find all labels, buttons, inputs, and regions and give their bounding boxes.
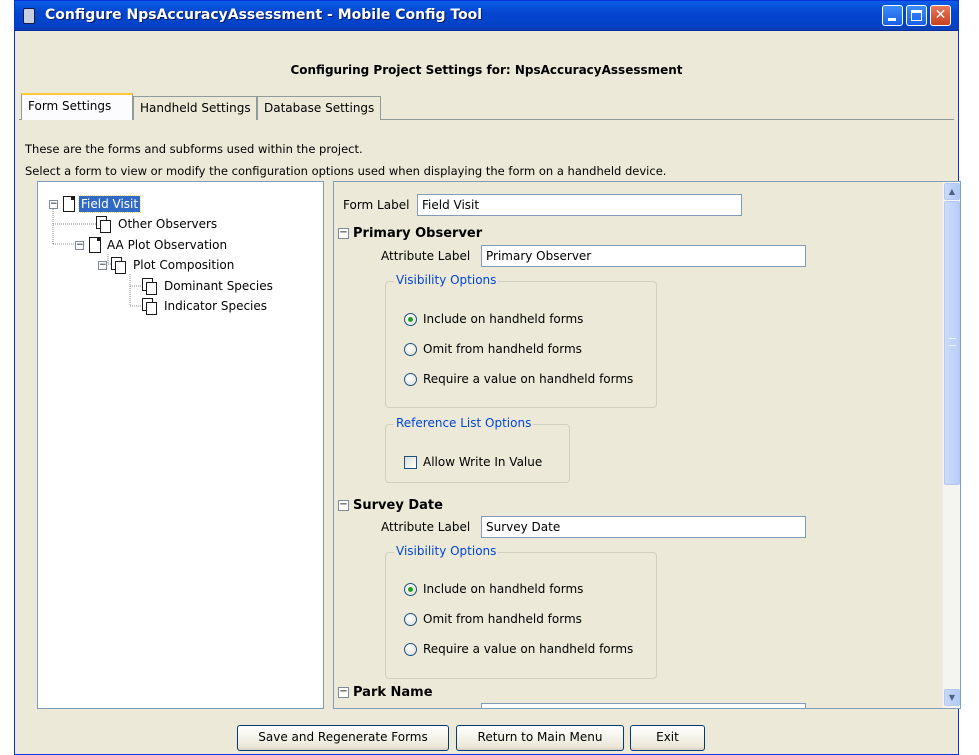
group-title: Visibility Options (394, 273, 499, 287)
tree-label: Other Observers (118, 217, 218, 231)
radio-require[interactable]: Require a value on handheld forms (404, 372, 633, 386)
page-heading: Configuring Project Settings for: NpsAcc… (290, 63, 683, 77)
close-icon: ✕ (934, 7, 947, 23)
documents-icon (142, 277, 158, 295)
section-park-name[interactable]: − Park Name (338, 685, 433, 700)
radio-omit[interactable]: Omit from handheld forms (404, 612, 582, 626)
attribute-label-caption: Attribute Label (381, 249, 471, 263)
radio-include[interactable]: Include on handheld forms (404, 312, 583, 326)
maximize-button[interactable] (906, 5, 927, 26)
radio-button[interactable] (404, 582, 417, 596)
radio-omit[interactable]: Omit from handheld forms (404, 342, 582, 356)
tab-database-settings[interactable]: Database Settings (257, 96, 381, 120)
document-icon (62, 195, 76, 213)
grip-icon (949, 338, 956, 346)
tree-node-dominant-species[interactable]: Dominant Species (142, 276, 275, 296)
tab-form-settings[interactable]: Form Settings (21, 93, 133, 120)
section-title: Survey Date (353, 498, 443, 513)
close-button[interactable]: ✕ (930, 5, 951, 26)
allow-write-in-checkbox[interactable]: Allow Write In Value (404, 455, 542, 469)
radio-button[interactable] (404, 312, 417, 326)
radio-button[interactable] (404, 372, 417, 386)
radio-label: Require a value on handheld forms (423, 642, 634, 656)
radio-label: Include on handheld forms (423, 312, 584, 326)
radio-label: Omit from handheld forms (423, 342, 582, 356)
section-title: Park Name (353, 685, 433, 700)
attribute-label-input[interactable] (481, 703, 806, 708)
app-window: Configure NpsAccuracyAssessment - Mobile… (14, 0, 961, 755)
checkbox-label: Allow Write In Value (423, 455, 543, 469)
collapse-icon[interactable]: − (338, 687, 349, 698)
section-primary-observer[interactable]: − Primary Observer (338, 226, 482, 241)
group-title: Visibility Options (394, 544, 499, 558)
minimize-button[interactable] (882, 5, 903, 26)
scroll-down-icon[interactable]: ▼ (944, 689, 960, 706)
collapse-toggle[interactable]: − (75, 240, 84, 250)
tree-label: Field Visit (77, 195, 142, 213)
attribute-label-input[interactable]: Survey Date (481, 516, 806, 538)
radio-include[interactable]: Include on handheld forms (404, 582, 583, 596)
section-survey-date[interactable]: − Survey Date (338, 498, 443, 513)
tree-label: Plot Composition (133, 258, 235, 272)
tree-label: Dominant Species (164, 279, 273, 293)
radio-button[interactable] (404, 642, 417, 656)
form-label-input[interactable]: Field Visit (417, 194, 742, 216)
radio-label: Include on handheld forms (423, 582, 584, 596)
tab-handheld-settings[interactable]: Handheld Settings (133, 96, 257, 120)
title-bar[interactable]: Configure NpsAccuracyAssessment - Mobile… (15, 1, 958, 31)
attribute-label-input[interactable]: Primary Observer (481, 245, 806, 267)
description-line-2: Select a form to view or modify the conf… (25, 164, 667, 178)
checkbox[interactable] (404, 455, 417, 469)
form-tree[interactable]: − Field Visit Other Observers − AA Plot … (37, 181, 324, 709)
tree-node-field-visit[interactable]: − Field Visit (49, 194, 142, 214)
minimize-icon (888, 18, 896, 21)
tree-node-indicator-species[interactable]: Indicator Species (142, 296, 269, 316)
maximize-icon (911, 10, 922, 21)
phone-icon (23, 8, 35, 24)
description-line-1: These are the forms and subforms used wi… (25, 142, 363, 156)
reference-list-options-group: Reference List Options (385, 416, 570, 483)
radio-label: Omit from handheld forms (423, 612, 582, 626)
documents-icon (96, 215, 112, 233)
exit-button[interactable]: Exit (630, 725, 705, 751)
form-label-caption: Form Label (343, 198, 410, 212)
radio-button[interactable] (404, 612, 417, 626)
collapse-toggle[interactable]: − (49, 199, 58, 209)
window-title: Configure NpsAccuracyAssessment - Mobile… (45, 7, 483, 23)
return-main-menu-button[interactable]: Return to Main Menu (456, 725, 624, 751)
collapse-icon[interactable]: − (338, 500, 349, 511)
document-icon (88, 236, 102, 254)
collapse-icon[interactable]: − (338, 228, 349, 239)
tree-node-other-observers[interactable]: Other Observers (96, 214, 219, 234)
form-options-pane[interactable]: Form Label Field Visit − Primary Observe… (333, 181, 961, 709)
scroll-up-icon[interactable]: ▲ (944, 183, 960, 200)
radio-button[interactable] (404, 342, 417, 356)
radio-require[interactable]: Require a value on handheld forms (404, 642, 633, 656)
save-regenerate-button[interactable]: Save and Regenerate Forms (237, 725, 449, 751)
collapse-toggle[interactable]: − (98, 260, 107, 270)
documents-icon (111, 256, 127, 274)
form-options-content: Form Label Field Visit − Primary Observe… (334, 182, 942, 708)
section-title: Primary Observer (353, 226, 483, 241)
scroll-thumb[interactable] (944, 201, 960, 485)
vertical-scrollbar[interactable]: ▲ ▼ (942, 182, 960, 708)
tree-label: Indicator Species (164, 299, 268, 313)
radio-label: Require a value on handheld forms (423, 372, 634, 386)
tree-label: AA Plot Observation (107, 238, 228, 252)
tree-node-plot-composition[interactable]: − Plot Composition (98, 255, 236, 275)
documents-icon (142, 297, 158, 315)
group-title: Reference List Options (394, 416, 534, 430)
tree-node-aa-plot-observation[interactable]: − AA Plot Observation (75, 235, 229, 255)
attribute-label-caption: Attribute Label (381, 520, 471, 534)
button-bar: Save and Regenerate Forms Return to Main… (15, 725, 958, 753)
